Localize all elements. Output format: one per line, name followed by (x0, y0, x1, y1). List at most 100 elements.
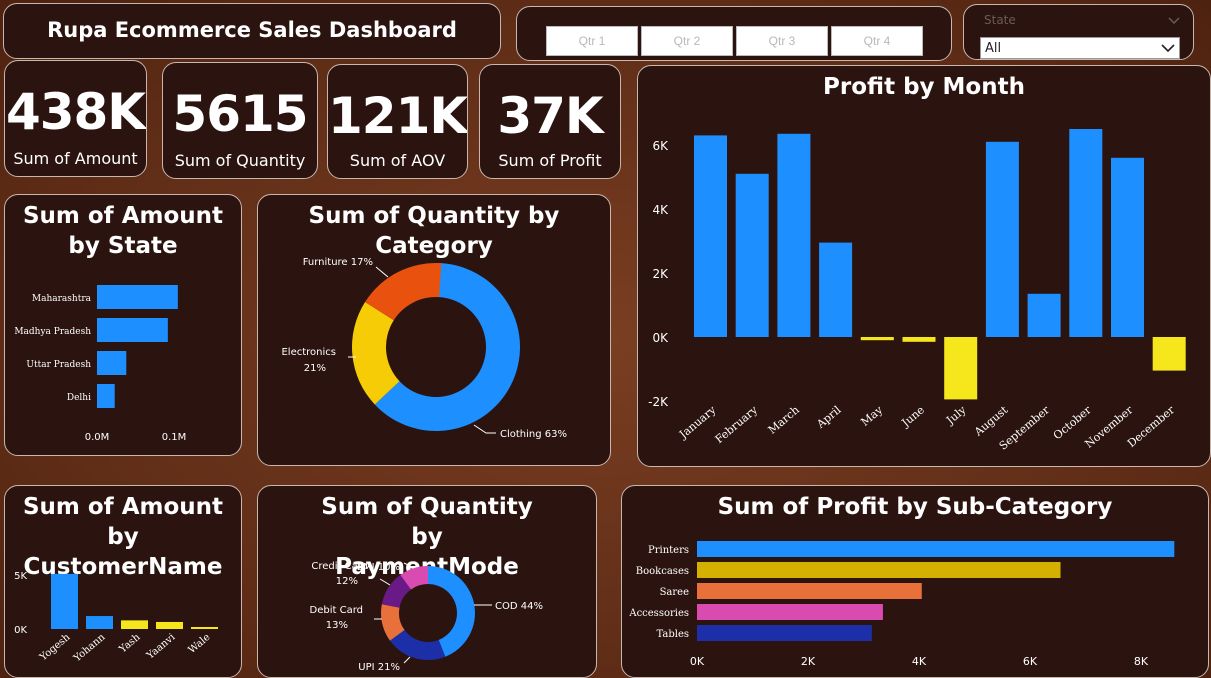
kpi-value: 438K (5, 83, 146, 141)
leader-line (403, 562, 415, 569)
y-tick-label: 5K (14, 571, 27, 582)
kpi-value: 37K (497, 87, 603, 145)
quarter-button-q3[interactable]: Qtr 3 (736, 26, 828, 56)
y-tick-label: -2K (648, 395, 669, 409)
chart-amount-by-state: Sum of Amount by State Maharashtra Madhya… (4, 194, 242, 456)
y-tick-label: Tables (656, 629, 689, 640)
data-label: Furniture 17% (303, 257, 373, 268)
kpi-card-profit: 37K Sum of Profit (479, 64, 621, 179)
quarter-button-q1[interactable]: Qtr 1 (546, 26, 638, 56)
customer-bar-chart: 5K 0K Yogesh Yohann Yash Yaanvi Wale (14, 571, 218, 665)
y-tick-label: Saree (660, 587, 690, 598)
y-tick-label: 0K (652, 331, 669, 345)
bar (902, 337, 936, 342)
data-label: 12% (336, 576, 358, 587)
state-dropdown-value: All (985, 41, 1002, 56)
x-tick-label: 0.1M (162, 432, 187, 443)
bar (97, 351, 127, 375)
kpi-label: Sum of Amount (13, 149, 138, 168)
x-tick-label: Yogesh (37, 632, 73, 664)
chart-title: Sum of Amount by State (22, 203, 224, 259)
data-label: EMI 10% (357, 562, 400, 573)
bar (697, 541, 1175, 557)
state-dropdown[interactable]: All (980, 37, 1180, 59)
bar (697, 604, 883, 620)
bar (694, 135, 727, 337)
kpi-card-aov: 121K Sum of AOV (327, 64, 468, 179)
quarter-slicer: Qtr 1 Qtr 2 Qtr 3 Qtr 4 (516, 6, 952, 61)
kpi-label: Sum of Profit (498, 151, 602, 170)
y-tick-label: 2K (652, 267, 669, 281)
bar (697, 562, 1061, 578)
bar (97, 384, 115, 408)
x-tick-label: 0.0M (85, 432, 110, 443)
bar (697, 625, 872, 641)
y-tick-label: Maharashtra (32, 294, 92, 304)
chart-amount-by-customer: Sum of Amount by CustomerName 5K 0K Yogesh… (4, 485, 242, 678)
x-tick-label: 2K (801, 655, 816, 668)
x-tick-label: Yash (117, 632, 143, 656)
bar (1111, 157, 1144, 337)
state-slicer: State All (963, 4, 1194, 60)
bar (944, 337, 978, 400)
chart-profit-by-subcategory: Sum of Profit by Sub-Category Printers Bo… (621, 485, 1209, 678)
x-tick-label: 8K (1134, 655, 1149, 668)
x-tick-label: July (943, 403, 969, 428)
state-bar-chart: Maharashtra Madhya Pradesh Uttar Pradesh De… (14, 285, 187, 443)
y-tick-label: Uttar Pradesh (26, 360, 91, 370)
bar (860, 337, 894, 341)
bar (1027, 293, 1061, 337)
y-tick-label: 6K (652, 139, 669, 153)
bar (777, 133, 811, 337)
x-tick-label: April (814, 403, 844, 431)
data-label: COD 44% (495, 601, 543, 612)
x-tick-label: March (766, 403, 802, 436)
dashboard-title-card: Rupa Ecommerce Sales Dashboard (3, 3, 501, 59)
bar (985, 141, 1019, 337)
chevron-down-icon (1168, 17, 1180, 25)
quarter-button-q2[interactable]: Qtr 2 (641, 26, 733, 56)
kpi-label: Sum of AOV (349, 151, 446, 170)
quarter-button-q4[interactable]: Qtr 4 (831, 26, 923, 56)
bar (697, 583, 922, 599)
x-tick-label: Yohann (71, 632, 108, 665)
bar (191, 627, 218, 629)
bar (156, 621, 183, 629)
x-tick-label: 6K (1023, 655, 1038, 668)
bar (86, 616, 113, 629)
x-tick-label: June (899, 403, 927, 430)
x-tick-label: Yaanvi (144, 632, 177, 662)
bar (735, 173, 769, 337)
y-tick-label: 0K (14, 625, 27, 636)
x-tick-label: 4K (912, 655, 927, 668)
x-tick-label: February (713, 403, 761, 446)
y-tick-label: Accessories (628, 608, 689, 619)
subcategory-bar-chart: Printers Bookcases Saree Accessories Tables 0… (628, 541, 1175, 668)
x-tick-label: Wale (187, 632, 213, 656)
data-label: Electronics (281, 347, 336, 358)
kpi-card-amount: 438K Sum of Amount (4, 60, 147, 177)
data-label: 21% (304, 363, 326, 374)
bar (51, 573, 78, 629)
x-tick-label: May (858, 403, 885, 429)
bar (97, 318, 168, 342)
kpi-value: 5615 (172, 85, 308, 143)
x-tick-label: August (971, 403, 1011, 439)
bar (121, 620, 148, 629)
category-donut-chart: Clothing 63% Electronics 21% Furniture 17% (281, 257, 567, 440)
data-label: 13% (326, 620, 348, 631)
chart-profit-by-month: Profit by Month 6K 4K 2K 0K -2K January Februa… (637, 65, 1211, 467)
x-tick-label: December (1125, 403, 1178, 450)
y-tick-label: Delhi (67, 393, 91, 403)
state-slicer-label: State (984, 13, 1016, 27)
bar (97, 285, 178, 309)
kpi-value: 121K (328, 87, 468, 145)
bar (1152, 337, 1186, 371)
bar (819, 242, 853, 337)
y-tick-label: Madhya Pradesh (14, 327, 91, 337)
data-label: UPI 21% (358, 662, 400, 673)
leader-line (473, 424, 496, 434)
leader-line (403, 656, 411, 664)
y-tick-label: Printers (648, 545, 689, 556)
leader-line (375, 266, 389, 278)
